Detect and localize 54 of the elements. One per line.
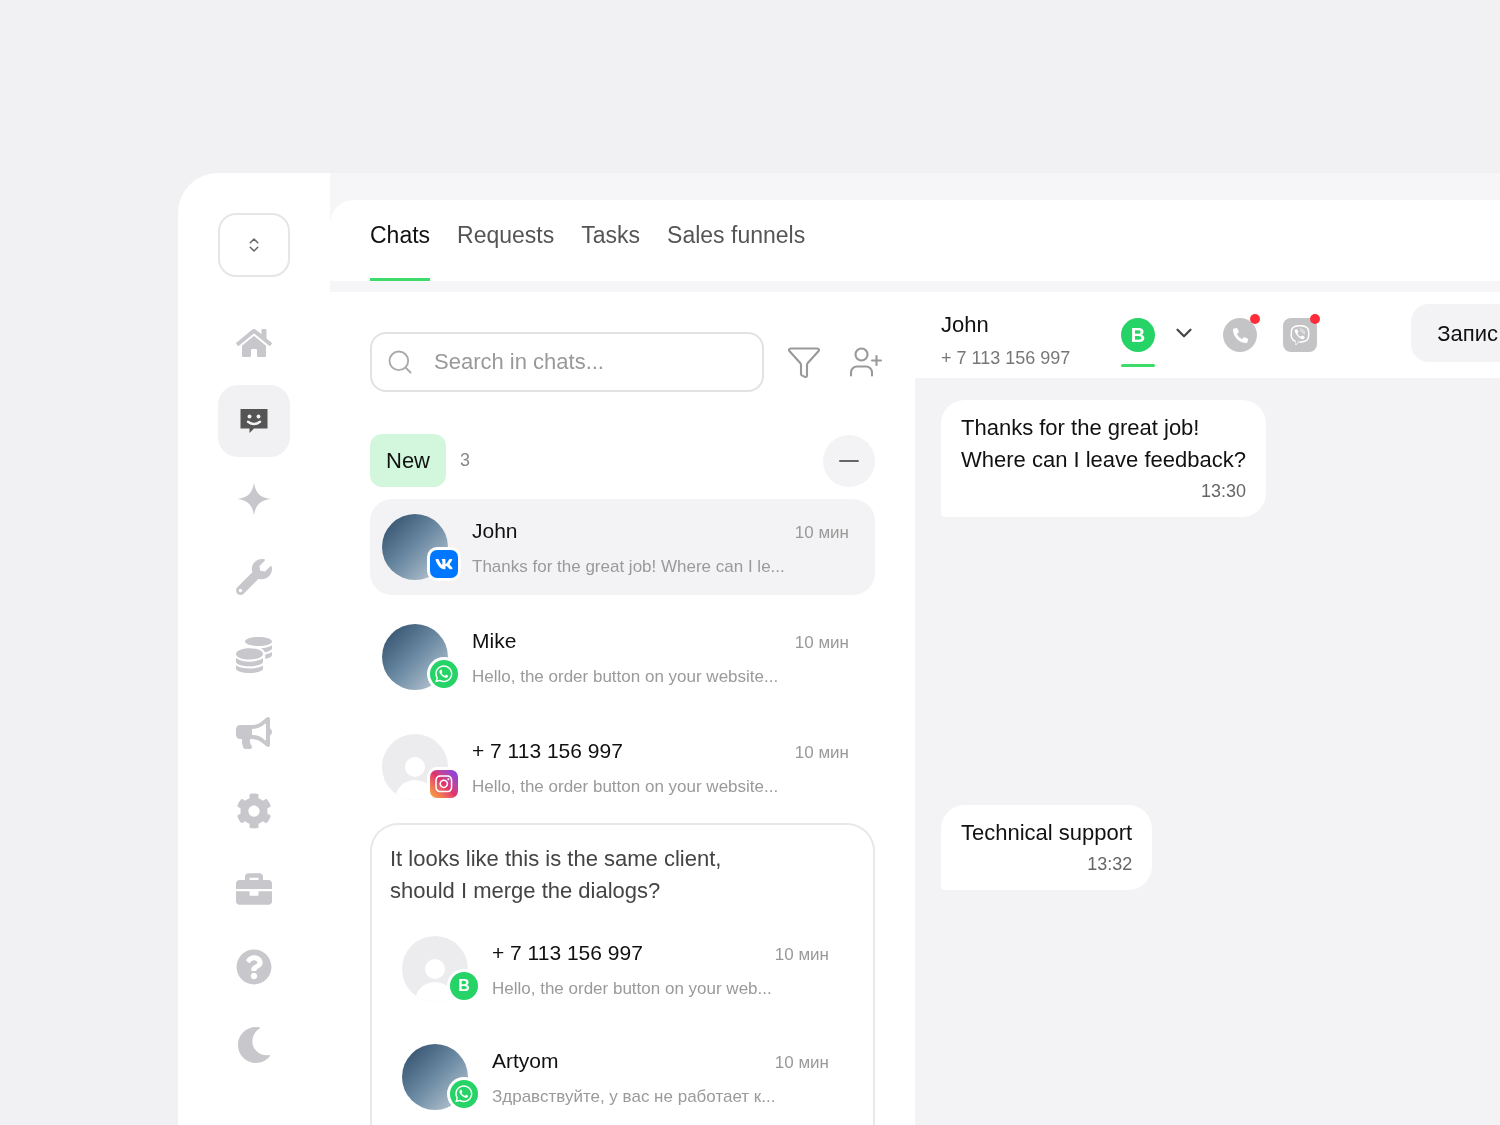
vk-badge-icon [430,550,458,578]
filter-button[interactable] [786,344,822,380]
settings-icon [236,793,272,829]
nav-tab[interactable]: Tasks [581,217,641,281]
nav-tab[interactable]: Chats [370,217,431,281]
collapse-toggle-button[interactable] [218,213,290,277]
message-time: 10 мин [774,943,829,966]
help-icon [236,949,272,985]
briefcase-icon [236,871,272,907]
whatsapp-badge-icon [430,660,458,688]
sidebar-chat-smile-button[interactable] [218,385,290,457]
message-time: 13:32 [1087,853,1133,876]
message-preview: Hello, the order button on your web... [492,978,773,1000]
message-time: 13:30 [1200,480,1246,503]
message-text: Technical support [961,819,1133,847]
contact-name: Mike [472,627,517,654]
message-time: 10 мин [774,1051,829,1074]
message-time: 10 мин [794,631,849,654]
instagram-badge-icon [430,770,458,798]
contact-phone: + 7 113 156 997 [941,347,1072,370]
coins-icon [236,637,272,673]
message-text: Thanks for the great job! Where can I leave feedback? [961,414,1246,474]
contact-name: Artyom [492,1047,559,1074]
message-time: 10 мин [794,741,849,764]
chat-list-item[interactable]: Mike 10 мин Hello, the order button on your website... [370,609,875,705]
chat-list-item[interactable]: + 7 113 156 997 10 мин Hello, the order button on your website... [370,719,875,815]
chat-list-item[interactable]: B + 7 113 156 997 10 мин Hello, the order button on your web... [390,921,855,1017]
viber-icon[interactable] [1283,318,1317,352]
message-preview: Hello, the order button on your website... [472,666,780,688]
contact-name: + 7 113 156 997 [492,939,643,966]
minus-icon [839,459,859,462]
chat-list-item[interactable]: Artyom 10 мин Здравствуйте, у вас не работает к... [390,1029,855,1125]
nav-tab[interactable]: Requests [457,217,555,281]
search-icon [386,348,414,376]
group-tag: New [370,434,446,487]
moon-icon [236,1027,272,1063]
megaphone-icon [236,715,272,751]
phone-chat-icon[interactable] [1223,318,1257,352]
contact-name: John [941,311,990,339]
message-time: 10 мин [794,521,849,544]
search-field[interactable]: Search in chats... [370,332,764,392]
action-button[interactable]: Запис [1411,304,1500,362]
message-preview: Hello, the order button on your website... [472,776,780,798]
whatsapp-badge-icon [450,1080,478,1108]
message-preview: Thanks for the great job! Where can I le... [472,556,786,578]
message-preview: Здравствуйте, у вас не работает к... [492,1086,777,1108]
contact-name: John [472,517,518,544]
business-badge-icon: B [450,972,478,1000]
chat-list-item[interactable]: John 10 мин Thanks for the great job! Where can I le... [370,499,875,595]
contact-name: + 7 113 156 997 [472,737,623,764]
merge-prompt: It looks like this is the same client, should I merge the dialogs? [390,845,723,905]
group-count: 3 [460,449,471,472]
nav-tab[interactable]: Sales funnels [667,217,806,281]
wrench-icon [236,559,272,595]
